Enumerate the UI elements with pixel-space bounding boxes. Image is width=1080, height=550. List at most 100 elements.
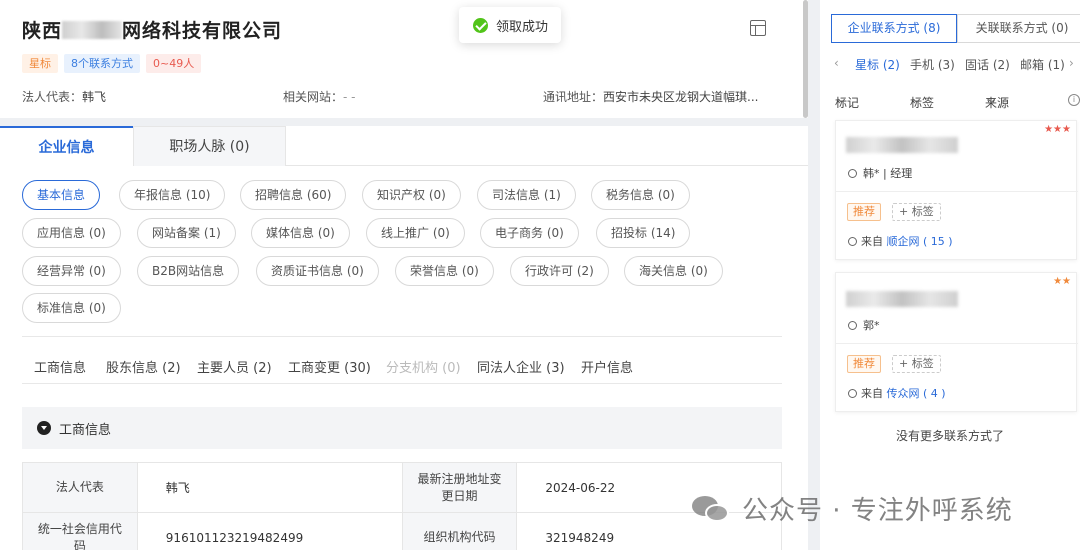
watermark-text: 公众号 · 专注外呼系统	[742, 496, 1013, 526]
contact-type-filters: ‹ 星标 (2) 手机 (3) 固话 (2) 邮箱 (1) ›	[820, 56, 1080, 76]
chips-divider	[22, 336, 782, 337]
chip-apps[interactable]: 应用信息 (0)	[22, 218, 121, 248]
chip-ip[interactable]: 知识产权 (0)	[362, 180, 461, 210]
user-icon	[848, 169, 857, 178]
table-value: 916101123219482499	[136, 512, 403, 550]
chip-bidding[interactable]: 招投标 (14)	[596, 218, 691, 248]
company-tags: 星标 8个联系方式 0~49人	[22, 54, 202, 73]
filter-email[interactable]: 邮箱 (1)	[1020, 56, 1065, 73]
tab-related-contacts[interactable]: 关联联系方式 (0)	[957, 14, 1080, 43]
chip-ecommerce[interactable]: 电子商务 (0)	[480, 218, 579, 248]
chip-website-record[interactable]: 网站备案 (1)	[137, 218, 236, 248]
business-info-section-header[interactable]: 工商信息	[22, 407, 782, 449]
company-name-suffix: 网络科技有限公司	[122, 20, 283, 42]
contact-source: 来自 传众网 ( 4 )	[848, 385, 946, 401]
tab-company-contacts[interactable]: 企业联系方式 (8)	[831, 14, 957, 43]
star-rating-icon: ★★	[1053, 276, 1071, 287]
chip-online-promo[interactable]: 线上推广 (0)	[366, 218, 465, 248]
business-info-table: 法人代表 韩飞 最新注册地址变更日期 2024-06-22 统一社会信用代码 9…	[22, 462, 782, 550]
section-divider	[0, 118, 808, 126]
chip-abnormal[interactable]: 经营异常 (0)	[22, 256, 121, 286]
collapse-toggle-icon[interactable]	[37, 421, 51, 435]
clock-icon	[848, 389, 857, 398]
recommend-badge: 推荐	[847, 355, 881, 373]
staff-size-tag: 0~49人	[146, 54, 202, 73]
website-info: 相关网站：- -	[283, 90, 356, 104]
toast-text: 领取成功	[496, 19, 549, 35]
source-link[interactable]: 传众网 ( 4 )	[887, 387, 946, 400]
contact-person: 韩* | 经理	[848, 165, 912, 181]
subnav-same-legal-rep[interactable]: 同法人企业 (3)	[477, 357, 565, 376]
subnav-bank-info[interactable]: 开户信息	[581, 357, 633, 376]
contact-card[interactable]: ★★ 郭* 推荐 + 标签 来自 传众网 ( 4 )	[835, 272, 1078, 412]
main-tabs: 企业信息 职场人脉 (0)	[0, 126, 808, 166]
table-label: 最新注册地址变更日期	[401, 462, 518, 513]
chip-admin-license[interactable]: 行政许可 (2)	[510, 256, 609, 286]
tab-workplace-contacts[interactable]: 职场人脉 (0)	[133, 126, 286, 166]
chip-customs[interactable]: 海关信息 (0)	[624, 256, 723, 286]
redacted-contact-number	[846, 291, 958, 307]
sort-row: 标记 标签 来源	[820, 94, 1080, 110]
chip-basic-info[interactable]: 基本信息	[22, 180, 101, 210]
recommend-badge: 推荐	[847, 203, 881, 221]
company-detail-panel: 陕西 网络科技有限公司 星标 8个联系方式 0~49人 法人代表：韩飞 相关网站：…	[0, 0, 808, 550]
table-row: 法人代表 韩飞 最新注册地址变更日期 2024-06-22	[22, 462, 782, 513]
table-label: 统一社会信用代码	[22, 512, 138, 550]
redacted-name	[62, 21, 123, 39]
tab-company-info[interactable]: 企业信息	[0, 126, 133, 166]
chip-media[interactable]: 媒体信息 (0)	[251, 218, 350, 248]
contact-card[interactable]: ★★★ 韩* | 经理 推荐 + 标签 来自 顺企网 ( 15 )	[835, 120, 1078, 260]
redacted-contact-number	[846, 137, 958, 153]
company-name-prefix: 陕西	[22, 20, 63, 42]
chip-certificates[interactable]: 资质证书信息 (0)	[256, 256, 379, 286]
header-scrollbar[interactable]	[803, 0, 808, 118]
table-label: 组织机构代码	[401, 512, 518, 550]
watermark: 公众号 · 专注外呼系统	[692, 490, 1013, 527]
check-circle-icon	[473, 17, 488, 33]
layout-toggle-icon[interactable]	[750, 20, 766, 36]
company-name: 陕西 网络科技有限公司	[22, 16, 282, 43]
subnav-key-personnel[interactable]: 主要人员 (2)	[197, 357, 272, 376]
sort-tag[interactable]: 标签	[910, 94, 934, 110]
chevron-left-icon[interactable]: ‹	[834, 56, 839, 70]
user-icon	[848, 321, 857, 330]
star-tag: 星标	[22, 54, 58, 73]
no-more-contacts: 没有更多联系方式了	[895, 429, 1004, 443]
legal-rep-info: 法人代表：韩飞	[22, 90, 107, 104]
subnav-business-changes[interactable]: 工商变更 (30)	[288, 357, 371, 376]
subnav-branches: 分支机构 (0)	[386, 361, 461, 376]
address-info: 通讯地址：西安市未央区龙钢大道幅琪...	[543, 90, 759, 104]
contact-person: 郭*	[848, 317, 880, 333]
company-header: 陕西 网络科技有限公司 星标 8个联系方式 0~49人 法人代表：韩飞 相关网站：…	[0, 0, 808, 118]
subnav-divider	[22, 383, 782, 384]
section-title: 工商信息	[59, 423, 112, 438]
subnav-shareholders[interactable]: 股东信息 (2)	[106, 357, 181, 376]
sort-source[interactable]: 来源	[985, 94, 1009, 110]
filter-mobile[interactable]: 手机 (3)	[910, 56, 955, 73]
chevron-right-icon[interactable]: ›	[1069, 56, 1074, 70]
table-value: 韩飞	[136, 462, 403, 513]
chip-b2b[interactable]: B2B网站信息	[137, 256, 240, 286]
chip-recruitment[interactable]: 招聘信息 (60)	[240, 180, 347, 210]
info-icon[interactable]: i	[1068, 94, 1080, 106]
contacts-panel: 企业联系方式 (8) 关联联系方式 (0) ‹ 星标 (2) 手机 (3) 固话…	[820, 0, 1080, 550]
chip-annual-report[interactable]: 年报信息 (10)	[119, 180, 226, 210]
sort-mark[interactable]: 标记	[835, 94, 859, 110]
success-toast: 领取成功	[459, 7, 561, 43]
contacts-count-tag[interactable]: 8个联系方式	[64, 54, 140, 73]
add-tag-button[interactable]: + 标签	[892, 355, 941, 373]
chip-standards[interactable]: 标准信息 (0)	[22, 293, 121, 323]
clock-icon	[848, 237, 857, 246]
star-rating-icon: ★★★	[1044, 124, 1071, 135]
subnav-business-info[interactable]: 工商信息	[34, 357, 86, 376]
add-tag-button[interactable]: + 标签	[892, 203, 941, 221]
chip-honors[interactable]: 荣誉信息 (0)	[395, 256, 494, 286]
filter-landline[interactable]: 固话 (2)	[965, 56, 1010, 73]
filter-starred[interactable]: 星标 (2)	[855, 56, 900, 73]
table-label: 法人代表	[22, 462, 138, 513]
chip-judicial[interactable]: 司法信息 (1)	[477, 180, 576, 210]
table-row: 统一社会信用代码 916101123219482499 组织机构代码 32194…	[22, 512, 782, 550]
source-link[interactable]: 顺企网 ( 15 )	[887, 235, 953, 248]
wechat-icon	[692, 494, 732, 524]
chip-tax[interactable]: 税务信息 (0)	[591, 180, 690, 210]
